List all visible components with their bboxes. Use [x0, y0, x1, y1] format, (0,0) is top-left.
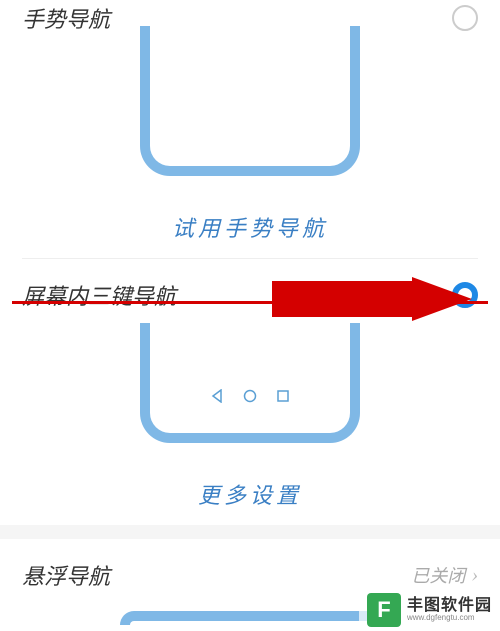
- gesture-phone-preview: [140, 46, 360, 176]
- section-gap: [0, 525, 500, 539]
- three-key-nav-row[interactable]: 屏幕内三键导航: [22, 277, 478, 313]
- more-settings-link[interactable]: 更多设置: [0, 463, 500, 525]
- try-gesture-link[interactable]: 试用手势导航: [0, 196, 500, 258]
- floating-nav-status: 已关闭 ›: [411, 562, 478, 588]
- home-circle-icon: [243, 389, 257, 403]
- gesture-nav-label: 手势导航: [22, 2, 110, 34]
- watermark-url: www.dgfengtu.com: [407, 614, 492, 622]
- back-triangle-icon: [210, 389, 224, 403]
- floating-nav-label: 悬浮导航: [22, 559, 110, 591]
- radio-unchecked-icon[interactable]: [452, 5, 478, 31]
- watermark: F 丰图软件园 www.dgfengtu.com: [359, 589, 500, 631]
- three-key-nav-label: 屏幕内三键导航: [22, 279, 176, 311]
- three-key-phone-preview: [140, 323, 360, 443]
- watermark-name: 丰图软件园: [407, 598, 492, 614]
- radio-checked-icon[interactable]: [452, 282, 478, 308]
- chevron-right-icon: ›: [471, 564, 478, 587]
- watermark-logo-icon: F: [367, 593, 401, 627]
- recent-square-icon: [276, 389, 290, 403]
